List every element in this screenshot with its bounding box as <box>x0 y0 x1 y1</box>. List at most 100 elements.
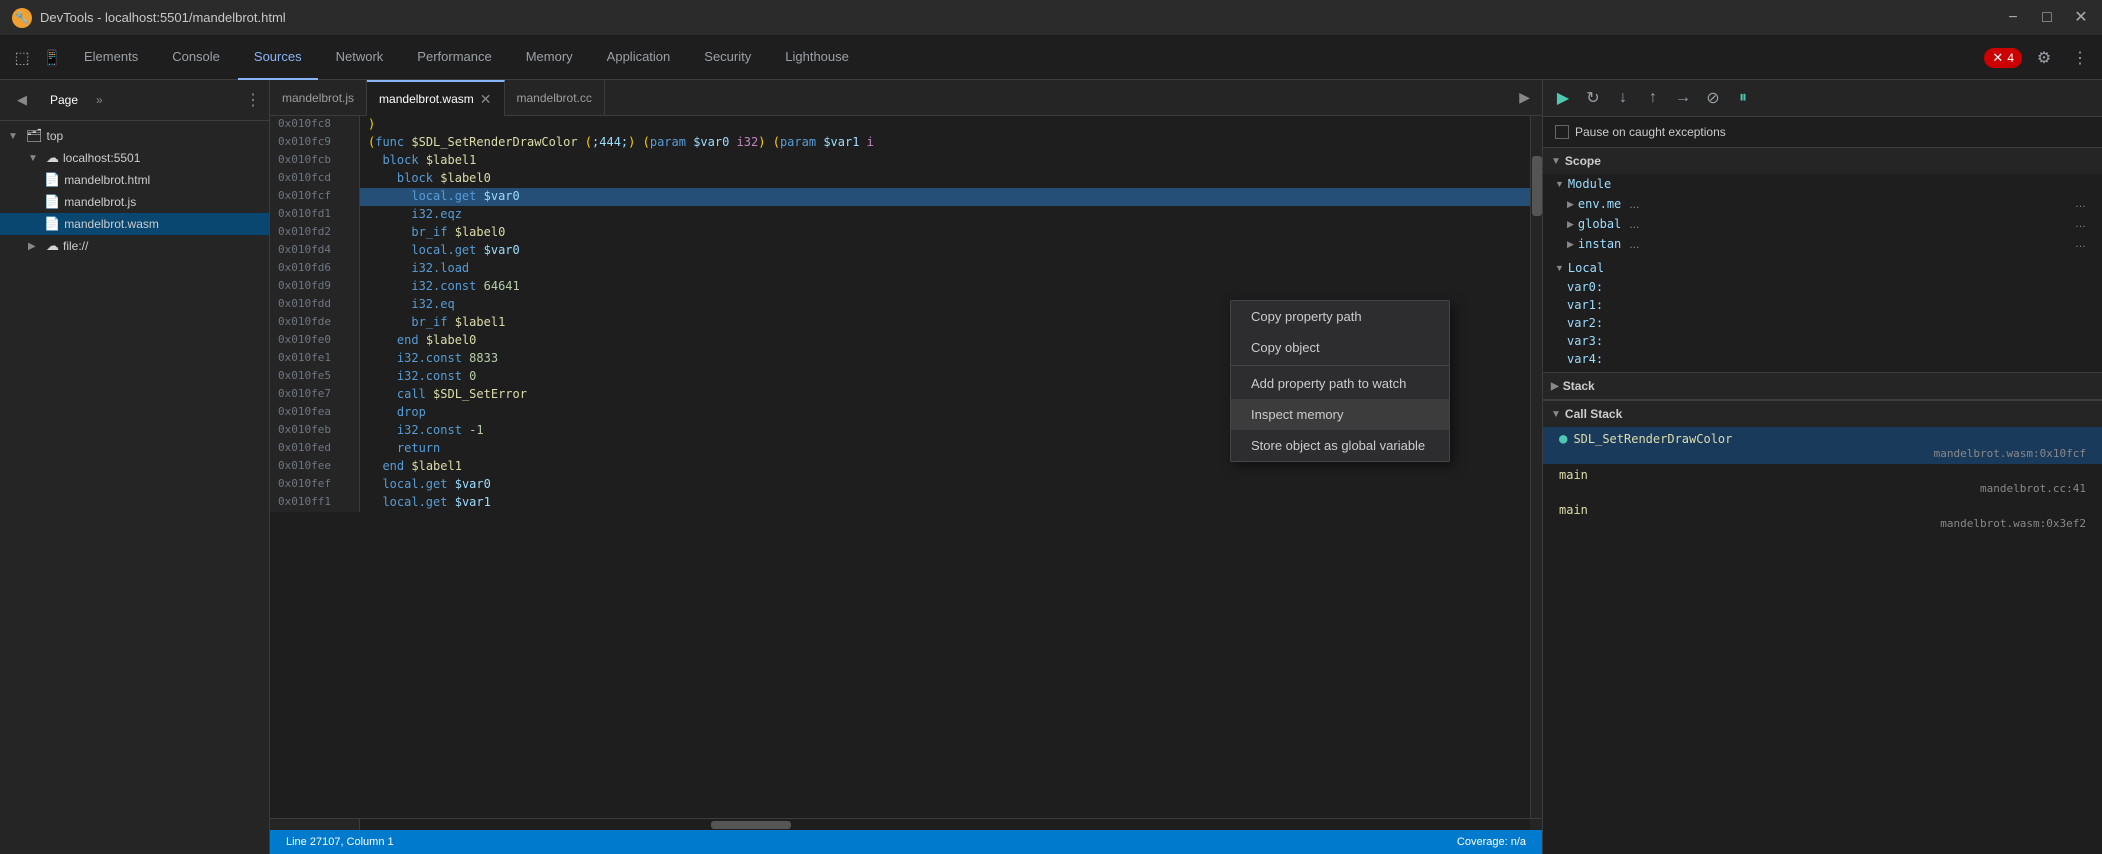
settings-icon[interactable]: ⚙ <box>2030 44 2058 72</box>
sidebar-menu-icon[interactable]: ⋮ <box>245 90 261 110</box>
scope-instan-item[interactable]: ▶ instan ... … <box>1543 234 2102 254</box>
code-line[interactable]: 0x010fd6 i32.load <box>270 260 1530 278</box>
more-tabs-icon[interactable]: ▶ <box>1515 87 1534 108</box>
callstack-header[interactable]: ▼ Call Stack <box>1543 401 2102 427</box>
instan-dots: ... <box>1629 237 1639 251</box>
code-line[interactable]: 0x010fd1 i32.eqz <box>270 206 1530 224</box>
code-line[interactable]: 0x010fd9 i32.const 64641 <box>270 278 1530 296</box>
line-addr: 0x010ff1 <box>270 494 360 512</box>
line-addr: 0x010fc9 <box>270 134 360 152</box>
tab-lighthouse[interactable]: Lighthouse <box>769 36 865 80</box>
sidebar-header: ◀ Page » ⋮ <box>0 80 269 121</box>
line-addr: 0x010fd2 <box>270 224 360 242</box>
line-code: (func $SDL_SetRenderDrawColor (;444;) (p… <box>360 134 882 152</box>
step-out-button[interactable]: ↑ <box>1641 86 1665 110</box>
pause-exceptions-checkbox[interactable] <box>1555 125 1569 139</box>
line-code: i32.const 0 <box>360 368 484 386</box>
tree-item-js[interactable]: 📄 mandelbrot.js <box>0 191 269 213</box>
deactivate-breakpoints[interactable]: ⊘ <box>1701 86 1725 110</box>
resume-button[interactable]: ▶ <box>1551 86 1575 110</box>
local-var3[interactable]: var3: <box>1543 332 2102 350</box>
scope-label: Scope <box>1565 154 1601 168</box>
step-button[interactable]: → <box>1671 86 1695 110</box>
tab-memory[interactable]: Memory <box>510 36 589 80</box>
code-line[interactable]: 0x010fef local.get $var0 <box>270 476 1530 494</box>
close-button[interactable]: ✕ <box>2072 9 2090 27</box>
pause-exceptions-label: Pause on caught exceptions <box>1575 125 1726 139</box>
tree-item-localhost[interactable]: ▼ ☁ localhost:5501 <box>0 147 269 169</box>
code-tab-cc[interactable]: mandelbrot.cc <box>505 80 605 116</box>
tree-item-file[interactable]: ▶ ☁ file:// <box>0 235 269 257</box>
stack-header[interactable]: ▶ Stack <box>1543 373 2102 399</box>
hscroll-track[interactable] <box>360 819 1530 830</box>
status-coverage: Coverage: n/a <box>1457 836 1526 848</box>
tab-application[interactable]: Application <box>591 36 687 80</box>
vscroll-thumb[interactable] <box>1532 156 1542 216</box>
scope-global-item[interactable]: ▶ global ... … <box>1543 214 2102 234</box>
local-collapse-arrow: ▼ <box>1555 263 1564 273</box>
tab-network[interactable]: Network <box>320 36 400 80</box>
hscroll-thumb[interactable] <box>711 821 791 829</box>
scope-header[interactable]: ▼ Scope <box>1543 148 2102 174</box>
close-tab-icon[interactable]: ✕ <box>480 92 492 106</box>
env-dots: ... <box>1629 197 1639 211</box>
local-header-item[interactable]: ▼ Local <box>1543 258 2102 278</box>
stack-section: ▶ Stack <box>1543 373 2102 400</box>
sidebar: ◀ Page » ⋮ ▼ 🗂 top ▼ ☁ localhost:5501 📄 <box>0 80 270 854</box>
code-line[interactable]: 0x010fcd block $label0 <box>270 170 1530 188</box>
step-into-button[interactable]: ↓ <box>1611 86 1635 110</box>
local-var0[interactable]: var0: <box>1543 278 2102 296</box>
code-content[interactable]: 0x010fc8 ) 0x010fc9 (func $SDL_SetRender… <box>270 116 1542 818</box>
line-code: local.get $var0 <box>360 188 528 206</box>
instan-label: instan <box>1578 237 1621 251</box>
callstack-item-2[interactable]: main mandelbrot.wasm:0x3ef2 <box>1543 499 2102 534</box>
sidebar-tab-page[interactable]: Page <box>40 89 88 111</box>
code-tab-js[interactable]: mandelbrot.js <box>270 80 367 116</box>
code-line[interactable]: 0x010ff1 local.get $var1 <box>270 494 1530 512</box>
local-var4[interactable]: var4: <box>1543 350 2102 368</box>
step-over-button[interactable]: ↻ <box>1581 86 1605 110</box>
code-line[interactable]: 0x010fc9 (func $SDL_SetRenderDrawColor (… <box>270 134 1530 152</box>
line-addr: 0x010fde <box>270 314 360 332</box>
tab-performance[interactable]: Performance <box>401 36 507 80</box>
tab-console[interactable]: Console <box>156 36 236 80</box>
more-icon[interactable]: ⋮ <box>2066 44 2094 72</box>
tab-elements[interactable]: Elements <box>68 36 154 80</box>
line-addr: 0x010fcd <box>270 170 360 188</box>
js-file-icon: 📄 <box>44 194 60 210</box>
code-line[interactable]: 0x010fd2 br_if $label0 <box>270 224 1530 242</box>
local-var1[interactable]: var1: <box>1543 296 2102 314</box>
vertical-scrollbar[interactable] <box>1530 116 1542 818</box>
tab-sources[interactable]: Sources <box>238 36 318 80</box>
sidebar-back-icon[interactable]: ◀ <box>8 86 36 114</box>
code-tab-wasm[interactable]: mandelbrot.wasm ✕ <box>367 80 504 116</box>
minimize-button[interactable]: − <box>2004 9 2022 27</box>
code-line-highlighted[interactable]: 0x010fcf local.get $var0 <box>270 188 1530 206</box>
scope-env-item[interactable]: ▶ env.me ... … <box>1543 194 2102 214</box>
device-icon[interactable]: 📱 <box>38 44 66 72</box>
error-badge[interactable]: ✕ 4 <box>1984 48 2022 68</box>
maximize-button[interactable]: □ <box>2038 9 2056 27</box>
callstack-item-0[interactable]: ● SDL_SetRenderDrawColor mandelbrot.wasm… <box>1543 427 2102 464</box>
tab-security[interactable]: Security <box>688 36 767 80</box>
var4-key: var4: <box>1567 352 1603 366</box>
local-var2[interactable]: var2: <box>1543 314 2102 332</box>
tree-label-top: top <box>47 129 64 143</box>
tree-item-html[interactable]: 📄 mandelbrot.html <box>0 169 269 191</box>
callstack-item-1[interactable]: main mandelbrot.cc:41 <box>1543 464 2102 499</box>
callstack-fn-label-1: main <box>1559 468 1588 482</box>
code-line[interactable]: 0x010fcb block $label1 <box>270 152 1530 170</box>
code-line[interactable]: 0x010fc8 ) <box>270 116 1530 134</box>
code-line[interactable]: 0x010fd4 local.get $var0 <box>270 242 1530 260</box>
tree-item-wasm[interactable]: 📄 mandelbrot.wasm <box>0 213 269 235</box>
callstack-fn-1: main <box>1559 468 2086 482</box>
line-addr: 0x010fe0 <box>270 332 360 350</box>
line-addr: 0x010fdd <box>270 296 360 314</box>
inspect-icon[interactable]: ⬚ <box>8 44 36 72</box>
sidebar-more-icon[interactable]: » <box>96 93 103 107</box>
tree-item-top[interactable]: ▼ 🗂 top <box>0 125 269 147</box>
env-expand-arrow: ▶ <box>1567 199 1574 210</box>
scope-module-item[interactable]: ▼ Module <box>1543 174 2102 194</box>
global-label: global <box>1578 217 1621 231</box>
pause-indicator[interactable]: ⏸ <box>1731 86 1755 110</box>
